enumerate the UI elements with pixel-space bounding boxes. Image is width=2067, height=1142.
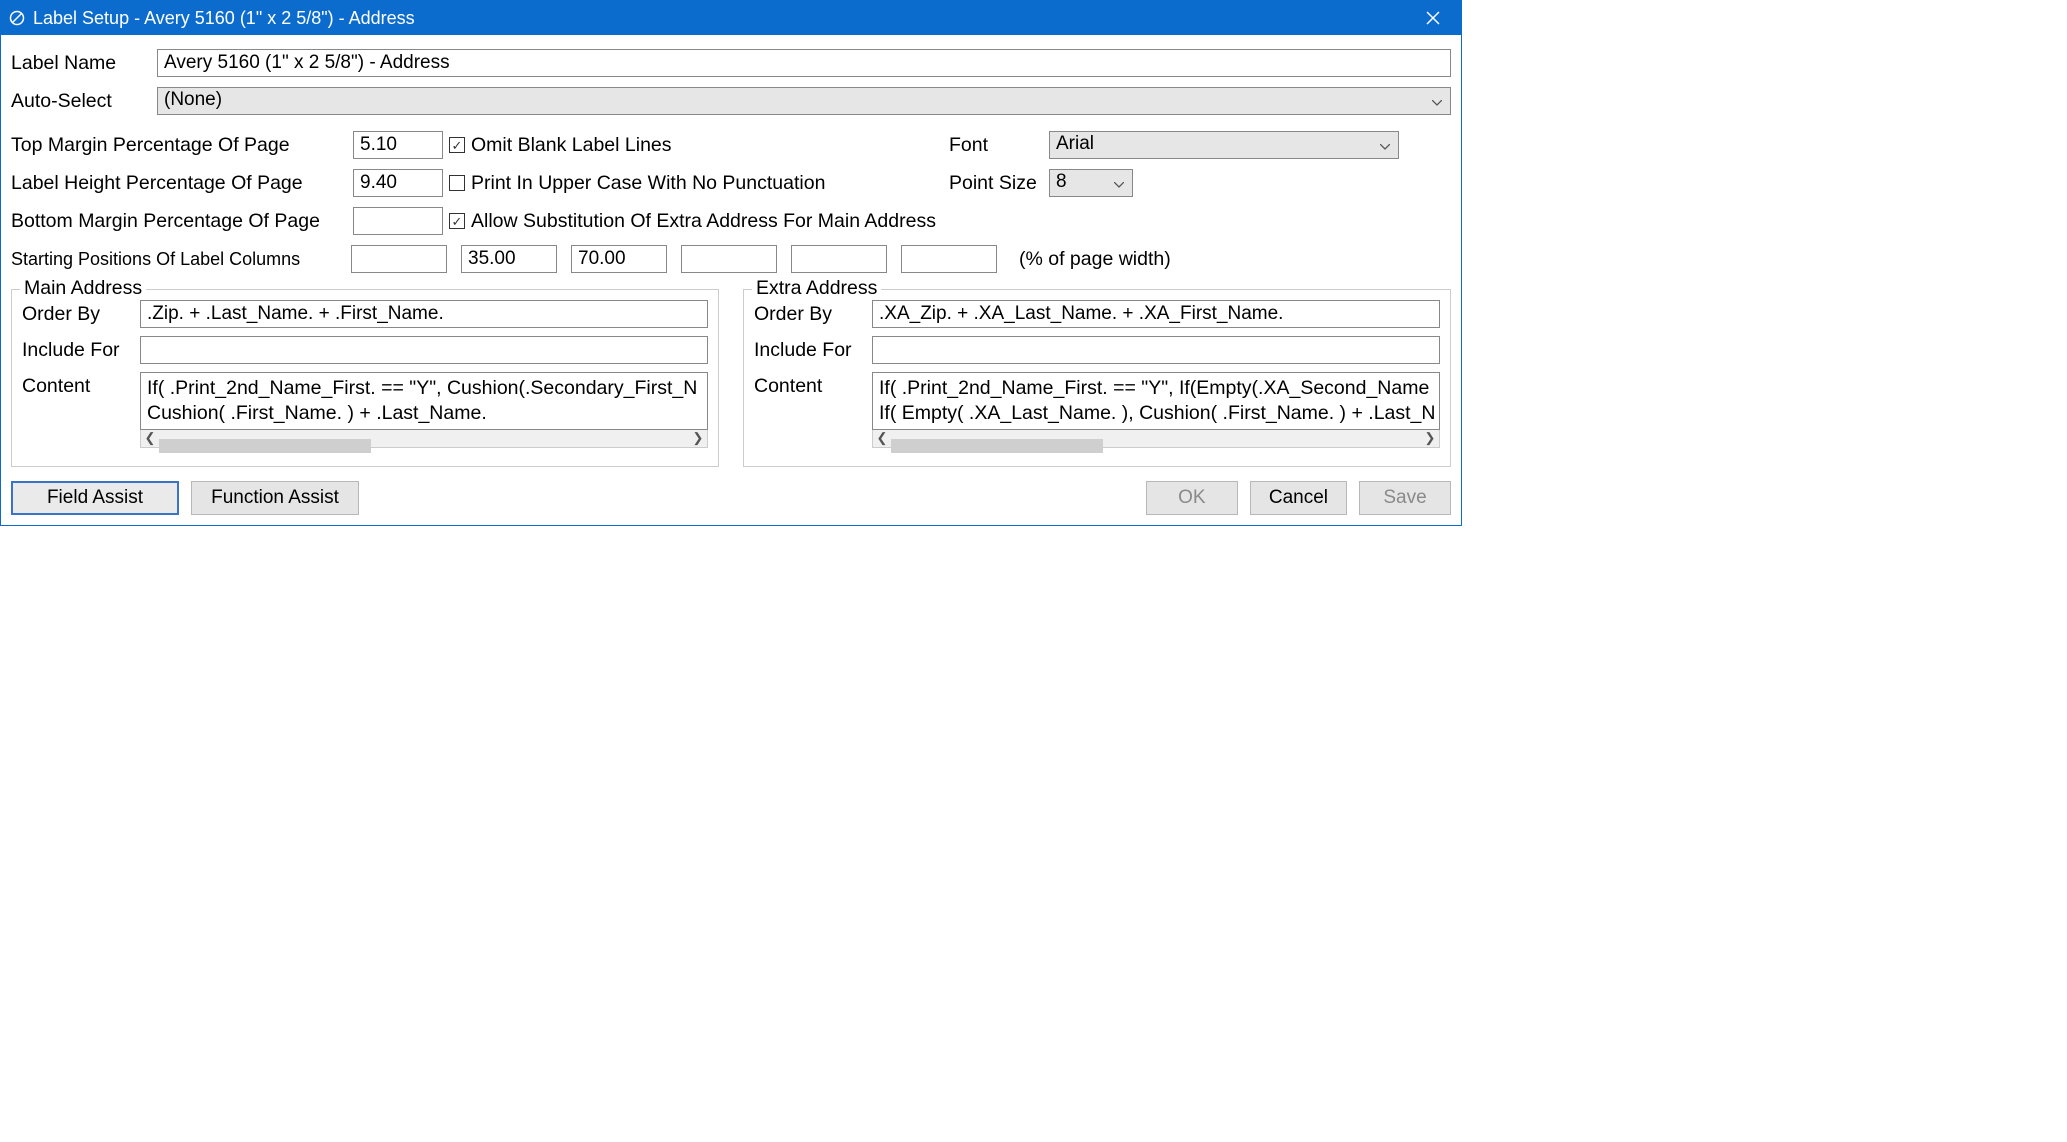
scroll-left-icon[interactable]: ❮	[141, 430, 159, 446]
startpos-input-2[interactable]	[461, 245, 557, 273]
extra-orderby-input[interactable]	[872, 300, 1440, 328]
top-margin-input[interactable]	[353, 131, 443, 159]
h-scrollbar[interactable]: ❮ ❯	[872, 430, 1440, 448]
pointsize-value: 8	[1056, 171, 1067, 192]
h-scrollbar[interactable]: ❮ ❯	[140, 430, 708, 448]
label-height-label: Label Height Percentage Of Page	[11, 172, 353, 195]
extra-includefor-label: Include For	[754, 336, 872, 362]
startpos-input-4[interactable]	[681, 245, 777, 273]
function-assist-button[interactable]: Function Assist	[191, 481, 359, 515]
startpos-label: Starting Positions Of Label Columns	[11, 249, 337, 270]
omit-blank-checkbox[interactable]: ✓ Omit Blank Label Lines	[449, 134, 949, 157]
label-setup-dialog: Label Setup - Avery 5160 (1" x 2 5/8") -…	[0, 0, 1462, 526]
chevron-down-icon	[1432, 90, 1442, 112]
label-height-input[interactable]	[353, 169, 443, 197]
titlebar: Label Setup - Avery 5160 (1" x 2 5/8") -…	[1, 1, 1461, 35]
main-content-label: Content	[22, 372, 140, 398]
bottom-margin-input[interactable]	[353, 207, 443, 235]
window-title: Label Setup - Avery 5160 (1" x 2 5/8") -…	[33, 8, 1411, 29]
top-margin-label: Top Margin Percentage Of Page	[11, 134, 353, 157]
main-includefor-label: Include For	[22, 336, 140, 362]
main-content-textarea[interactable]	[140, 372, 708, 430]
extra-address-group: Extra Address Order By Include For Conte…	[743, 289, 1451, 467]
startpos-input-5[interactable]	[791, 245, 887, 273]
startpos-hint: (% of page width)	[1019, 248, 1171, 271]
auto-select-dropdown[interactable]: (None)	[157, 87, 1451, 115]
extra-address-legend: Extra Address	[752, 277, 881, 300]
auto-select-value: (None)	[164, 89, 222, 110]
extra-content-label: Content	[754, 372, 872, 398]
save-button[interactable]: Save	[1359, 481, 1451, 515]
extra-orderby-label: Order By	[754, 300, 872, 326]
bottom-margin-label: Bottom Margin Percentage Of Page	[11, 210, 353, 233]
auto-select-label: Auto-Select	[11, 90, 157, 113]
main-orderby-label: Order By	[22, 300, 140, 326]
main-address-legend: Main Address	[20, 277, 146, 300]
scroll-right-icon[interactable]: ❯	[1421, 430, 1439, 446]
close-icon	[1426, 11, 1440, 25]
pointsize-dropdown[interactable]: 8	[1049, 169, 1133, 197]
main-includefor-input[interactable]	[140, 336, 708, 364]
pointsize-label: Point Size	[949, 172, 1049, 195]
allow-sub-checkbox[interactable]: ✓ Allow Substitution Of Extra Address Fo…	[449, 210, 949, 233]
checkbox-icon: ✓	[449, 213, 465, 229]
font-label: Font	[949, 134, 1049, 157]
scroll-left-icon[interactable]: ❮	[873, 430, 891, 446]
scroll-thumb[interactable]	[159, 439, 371, 453]
close-button[interactable]	[1411, 1, 1455, 35]
startpos-input-1[interactable]	[351, 245, 447, 273]
font-value: Arial	[1056, 133, 1094, 154]
omit-blank-label: Omit Blank Label Lines	[471, 134, 672, 157]
scroll-right-icon[interactable]: ❯	[689, 430, 707, 446]
field-assist-button[interactable]: Field Assist	[11, 481, 179, 515]
scroll-thumb[interactable]	[891, 439, 1103, 453]
checkbox-icon: ✓	[449, 137, 465, 153]
font-dropdown[interactable]: Arial	[1049, 131, 1399, 159]
ok-button[interactable]: OK	[1146, 481, 1238, 515]
uppercase-checkbox[interactable]: Print In Upper Case With No Punctuation	[449, 172, 949, 195]
uppercase-label: Print In Upper Case With No Punctuation	[471, 172, 825, 195]
extra-includefor-input[interactable]	[872, 336, 1440, 364]
chevron-down-icon	[1114, 172, 1124, 194]
main-address-group: Main Address Order By Include For Conten…	[11, 289, 719, 467]
extra-content-textarea[interactable]	[872, 372, 1440, 430]
app-icon	[7, 8, 27, 28]
label-name-label: Label Name	[11, 52, 157, 75]
cancel-button[interactable]: Cancel	[1250, 481, 1347, 515]
chevron-down-icon	[1380, 134, 1390, 156]
checkbox-icon	[449, 175, 465, 191]
allow-sub-label: Allow Substitution Of Extra Address For …	[471, 210, 936, 233]
label-name-input[interactable]	[157, 49, 1451, 77]
dialog-body: Label Name Auto-Select (None) Top Margin…	[1, 35, 1461, 525]
startpos-input-3[interactable]	[571, 245, 667, 273]
main-orderby-input[interactable]	[140, 300, 708, 328]
startpos-input-6[interactable]	[901, 245, 997, 273]
